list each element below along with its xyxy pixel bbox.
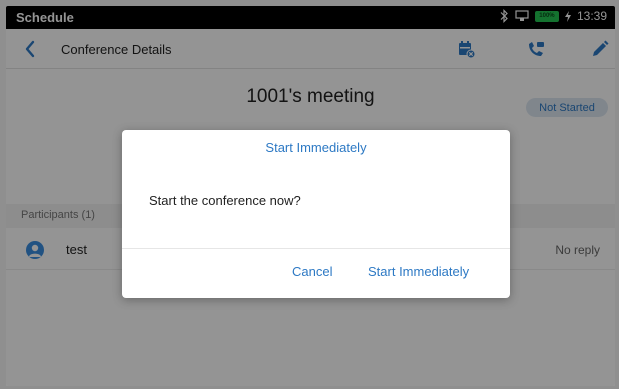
dialog-title: Start Immediately (265, 140, 367, 155)
confirm-dialog: Start Immediately Start the conference n… (122, 130, 510, 298)
cancel-button[interactable]: Cancel (292, 264, 332, 279)
dialog-message: Start the conference now? (149, 193, 301, 208)
start-immediately-button[interactable]: Start Immediately (368, 264, 469, 279)
dialog-divider (122, 248, 510, 249)
app-frame: Schedule 100% 13:39 Conference Details 1… (6, 6, 615, 386)
